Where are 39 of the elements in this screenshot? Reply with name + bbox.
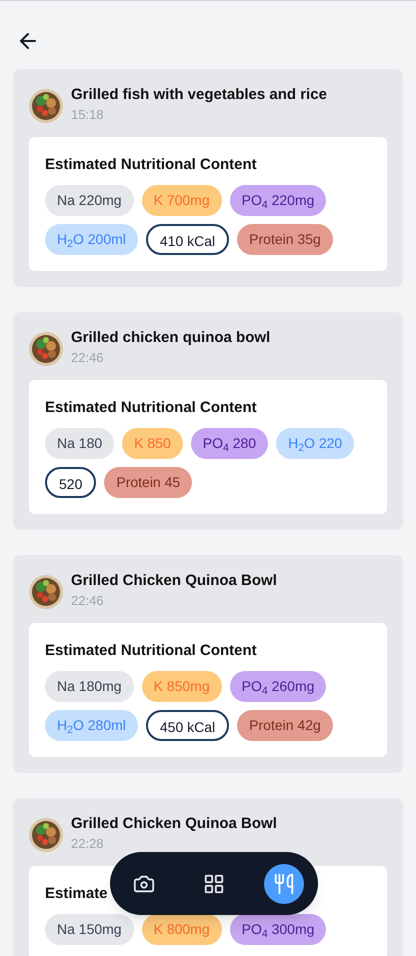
nutrient-tag: K 850mg xyxy=(142,671,222,702)
nutrient-tag: K 700mg xyxy=(142,185,222,216)
nutrient-tag: Protein 42g xyxy=(237,710,333,741)
meal-time: 22:46 xyxy=(71,349,105,367)
nutrient-tag: 450 kCal xyxy=(146,710,230,741)
meal-card[interactable]: Grilled Chicken Quinoa Bowl 22:46 Estimated Nutritional Content Na 180mg K 850mg PO$_{4}$ 260mg H$_{2}$O 280ml 450 kCal Protein 42g xyxy=(13,555,403,773)
meal-title: Grilled chicken quinoa bowl xyxy=(71,328,270,348)
panel-heading: Estimated Nutritional Content xyxy=(45,642,257,659)
nutrient-tag: 520 xyxy=(45,467,96,498)
nutrient-tag: Na 150mg xyxy=(45,914,134,945)
nutrient-tag: H$_{2}$O 200ml xyxy=(45,224,138,255)
nutrient-tag: K 800mg xyxy=(142,914,222,945)
utensils-icon xyxy=(273,872,295,894)
meal-time: 15:18 xyxy=(71,106,105,124)
nutrient-tag: PO$_{4}$ 260mg xyxy=(230,671,326,702)
nutrient-tag: 410 kCal xyxy=(146,224,230,255)
nutrient-tag: H$_{2}$O 220 xyxy=(276,428,354,459)
nutrient-tag: PO$_{4}$ 280 xyxy=(190,428,268,459)
nutrient-tag: H$_{2}$O 280ml xyxy=(45,710,138,741)
nutrient-tag: Protein 35g xyxy=(237,224,333,255)
grid-icon xyxy=(203,872,225,894)
panel-heading: Estimated Nutritional Content xyxy=(45,399,257,416)
meals-tab[interactable] xyxy=(264,864,304,904)
nutrient-tag: Na 220mg xyxy=(45,185,134,216)
meal-time: 22:46 xyxy=(71,592,105,610)
panel-heading: Estimate xyxy=(45,885,108,902)
nutrient-tag: Na 180mg xyxy=(45,671,134,702)
meal-title: Grilled fish with vegetables and rice xyxy=(71,85,327,105)
nutrient-tag: Protein 45 xyxy=(104,467,192,498)
meal-card[interactable]: Grilled fish with vegetables and rice 15:18 Estimated Nutritional Content Na 220mg K 700mg PO$_{4}$ 220mg H$_{2}$O 200ml 410 kCal Protein 35g xyxy=(13,69,403,287)
meal-title: Grilled Chicken Quinoa Bowl xyxy=(71,814,277,834)
nutrient-tag: PO$_{4}$ 220mg xyxy=(230,185,326,216)
nutrient-tag: K 850 xyxy=(122,428,183,459)
meal-title: Grilled Chicken Quinoa Bowl xyxy=(71,571,277,591)
panel-heading: Estimated Nutritional Content xyxy=(45,156,257,173)
meal-time: 22:28 xyxy=(71,835,105,853)
nutrient-tag: PO$_{4}$ 300mg xyxy=(230,914,326,945)
meal-card[interactable]: Grilled chicken quinoa bowl 22:46 Estimated Nutritional Content Na 180 K 850 PO$_{4}$ 280 H$_{2}$O 220 520 Protein 45 xyxy=(13,312,403,530)
nutrient-tag: Na 180 xyxy=(45,428,114,459)
